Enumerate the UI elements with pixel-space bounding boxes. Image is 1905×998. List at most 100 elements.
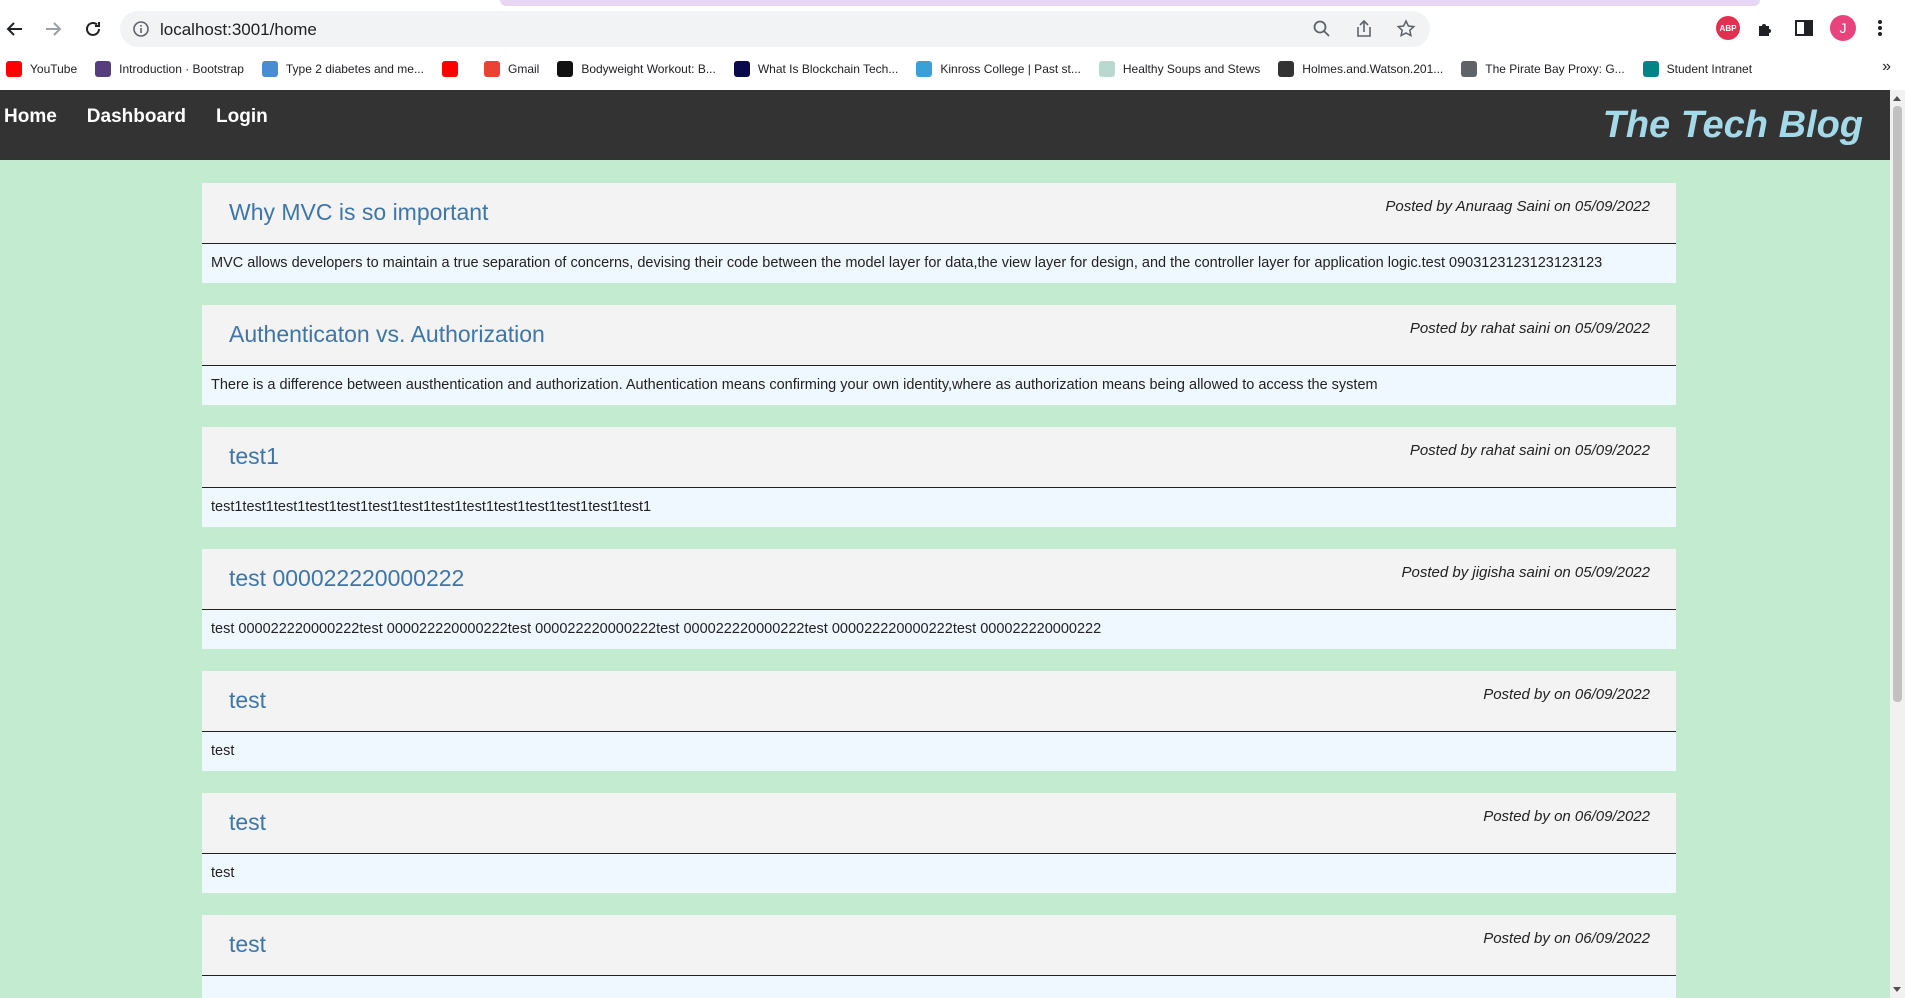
page-scrollbar[interactable] (1890, 90, 1905, 998)
post-title-link[interactable]: Authenticaton vs. Authorization (229, 321, 545, 348)
post-title-link[interactable]: test (229, 809, 266, 836)
profile-avatar[interactable]: J (1830, 15, 1856, 41)
post-card: test Posted by on 06/09/2022 test (202, 793, 1676, 893)
bookmark-item[interactable]: What Is Blockchain Tech... (733, 61, 899, 77)
post-header: test Posted by on 06/09/2022 (202, 793, 1676, 854)
post-body: MVC allows developers to maintain a true… (211, 255, 1603, 271)
post-header: Why MVC is so important Posted by Anuraag… (202, 183, 1676, 244)
bookmark-label: Student Intranet (1666, 62, 1753, 76)
post-meta: Posted by jigisha saini on 05/09/2022 (1401, 564, 1650, 581)
bookmark-star-icon[interactable] (1396, 19, 1416, 39)
address-bar[interactable]: localhost:3001/home (120, 11, 1430, 47)
globe-icon (1461, 61, 1478, 77)
nav-dashboard-link[interactable]: Dashboard (87, 106, 186, 128)
bookmark-label: Gmail (507, 62, 540, 76)
bookmark-label: YouTube (30, 62, 78, 76)
post-title-link[interactable]: Why MVC is so important (229, 199, 488, 226)
scroll-down-arrow-icon[interactable] (1893, 987, 1901, 992)
forward-arrow-icon (46, 22, 62, 36)
url-text[interactable]: localhost:3001/home (160, 20, 317, 40)
scroll-thumb[interactable] (1893, 106, 1902, 702)
post-card: test Posted by on 06/09/2022 test (202, 671, 1676, 771)
post-card: test1 Posted by rahat saini on 05/09/2022… (202, 427, 1676, 527)
bookmarks-bar: YouTube Introduction · Bootstrap Type 2 di… (0, 56, 1905, 82)
movie-icon (1278, 61, 1295, 77)
post-meta: Posted by Anuraag Saini on 05/09/2022 (1385, 198, 1650, 215)
soup-icon (1098, 61, 1115, 77)
bookmark-label: Holmes.and.Watson.201... (1302, 62, 1444, 76)
bookmark-item[interactable]: Kinross College | Past st... (916, 61, 1081, 77)
post-title-link[interactable]: test (229, 931, 266, 958)
post-header: test Posted by on 06/09/2022 (202, 915, 1676, 976)
reload-icon (86, 21, 100, 36)
post-list: Why MVC is so important Posted by Anuraag… (202, 183, 1676, 998)
site-header: Home Dashboard Login The Tech Blog (0, 90, 1890, 160)
bookmark-item[interactable] (441, 61, 466, 77)
blockchain-icon (733, 61, 750, 77)
post-title-link[interactable]: test 000022220000222 (229, 565, 464, 592)
reload-button[interactable] (78, 14, 108, 44)
nav-home-link[interactable]: Home (4, 106, 57, 128)
bookmark-item[interactable]: Type 2 diabetes and me... (261, 61, 424, 77)
post-header: Authenticaton vs. Authorization Posted by… (202, 305, 1676, 366)
post-title-link[interactable]: test1 (229, 443, 279, 470)
gmail-icon (483, 61, 500, 77)
back-button[interactable] (0, 14, 30, 44)
workout-icon (557, 61, 574, 77)
bookmark-label: Bodyweight Workout: B... (581, 62, 716, 76)
post-meta: Posted by rahat saini on 05/09/2022 (1409, 320, 1650, 337)
bookmark-item[interactable]: Gmail (483, 61, 540, 77)
bookmark-label: Healthy Soups and Stews (1122, 62, 1261, 76)
scroll-up-arrow-icon[interactable] (1893, 96, 1901, 101)
bookmark-item[interactable]: YouTube (6, 61, 77, 77)
bookmark-item[interactable]: Healthy Soups and Stews (1098, 61, 1261, 77)
post-title-link[interactable]: test (229, 687, 266, 714)
zoom-icon[interactable] (1312, 19, 1332, 39)
bookmark-label: The Pirate Bay Proxy: G... (1485, 62, 1625, 76)
post-header: test 000022220000222 Posted by jigisha sa… (202, 549, 1676, 610)
extensions-puzzle-icon[interactable] (1754, 16, 1778, 40)
youtube-icon (6, 61, 22, 77)
post-body (202, 976, 1676, 998)
post-meta: Posted by on 06/09/2022 (1483, 930, 1650, 947)
post-body: test (211, 865, 235, 881)
bookmark-label: What Is Blockchain Tech... (757, 62, 899, 76)
bookmark-item[interactable]: Bodyweight Workout: B... (557, 61, 716, 77)
bookmark-item[interactable]: Student Intranet (1642, 61, 1753, 77)
post-meta: Posted by on 06/09/2022 (1483, 686, 1650, 703)
site-title[interactable]: The Tech Blog (1603, 104, 1863, 147)
post-card: test Posted by on 06/09/2022 (202, 915, 1676, 998)
nav-login-link[interactable]: Login (216, 106, 268, 128)
post-meta: Posted by on 06/09/2022 (1483, 808, 1650, 825)
post-card: Authenticaton vs. Authorization Posted by… (202, 305, 1676, 405)
browser-chrome: localhost:3001/home ABP J YouTube Introdu… (0, 0, 1905, 90)
share-icon[interactable] (1354, 19, 1374, 39)
bookmark-item[interactable]: Introduction · Bootstrap (95, 61, 244, 77)
browser-menu-icon[interactable] (1868, 16, 1892, 40)
bookmark-item[interactable]: Holmes.and.Watson.201... (1278, 61, 1443, 77)
post-body: There is a difference between austhentic… (211, 377, 1378, 393)
post-header: test1 Posted by rahat saini on 05/09/2022 (202, 427, 1676, 488)
bookmark-item[interactable]: The Pirate Bay Proxy: G... (1461, 61, 1625, 77)
back-arrow-icon (6, 22, 22, 36)
post-card: Why MVC is so important Posted by Anuraag… (202, 183, 1676, 283)
adblock-plus-icon[interactable]: ABP (1716, 16, 1740, 40)
site-nav: Home Dashboard Login (4, 106, 268, 128)
post-header: test Posted by on 06/09/2022 (202, 671, 1676, 732)
bootstrap-icon (95, 61, 112, 77)
site-info-icon[interactable] (132, 20, 150, 38)
diabetes-icon (261, 61, 278, 77)
sharepoint-icon (1642, 61, 1659, 77)
post-body: test (211, 743, 235, 759)
youtube-icon (441, 61, 458, 77)
bookmark-label: Type 2 diabetes and me... (285, 62, 424, 76)
bookmark-label: Kinross College | Past st... (940, 62, 1081, 76)
college-icon (916, 61, 933, 77)
post-body: test1test1test1test1test1test1test1test1… (211, 499, 652, 515)
side-panel-icon[interactable] (1792, 16, 1816, 40)
post-meta: Posted by rahat saini on 05/09/2022 (1409, 442, 1650, 459)
forward-button[interactable] (38, 14, 68, 44)
post-body: test 000022220000222test 000022220000222… (211, 621, 1102, 637)
bookmarks-overflow-button[interactable]: » (1882, 58, 1891, 76)
bookmark-label: Introduction · Bootstrap (119, 62, 244, 76)
